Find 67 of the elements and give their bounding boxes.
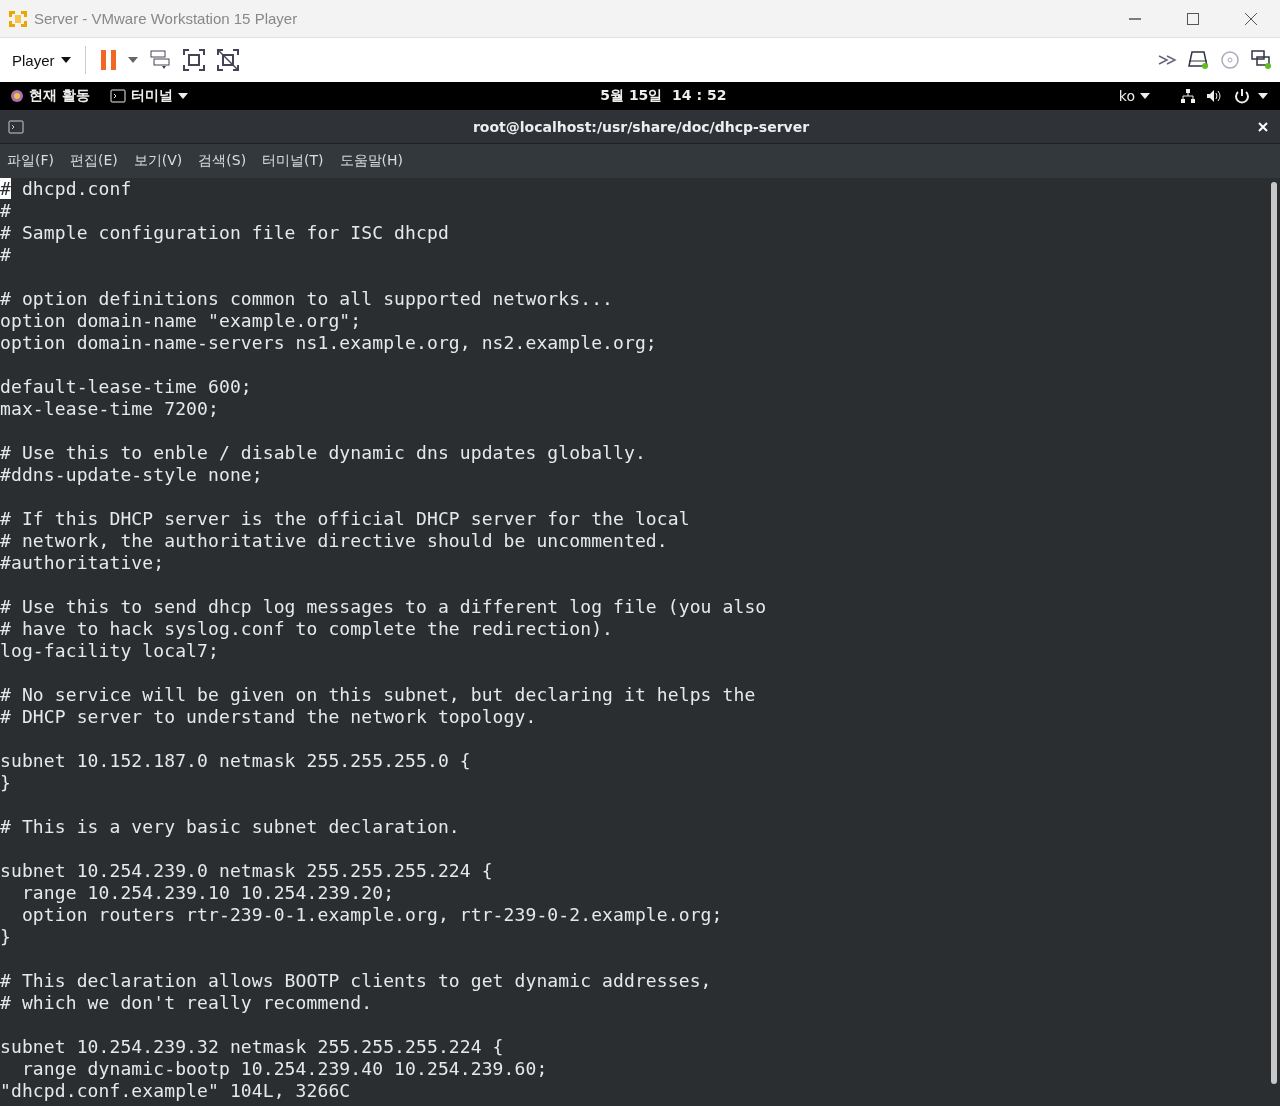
caret-icon xyxy=(1140,93,1150,99)
code-line: subnet 10.254.239.32 netmask 255.255.255.224 { xyxy=(0,1036,505,1058)
terminal-icon xyxy=(109,89,126,103)
double-chevron-icon[interactable] xyxy=(1158,54,1178,66)
code-line: # option definitions common to all supported networks... xyxy=(0,288,615,310)
code-line: } xyxy=(0,772,12,794)
code-line: max-lease-time 7200; xyxy=(0,398,220,420)
app-logo-icon xyxy=(8,8,28,29)
code-line: default-lease-time 600; xyxy=(0,376,253,398)
caret-icon xyxy=(127,57,138,63)
code-line: option routers rtr-239-0-1.example.org, rtr-239-0-2.example.org; xyxy=(20,904,724,926)
fullscreen-icon[interactable] xyxy=(181,48,206,72)
terminal-icon xyxy=(8,119,24,134)
menu-item[interactable]: 검색(S) xyxy=(198,152,247,170)
input-method-menu[interactable]: ko xyxy=(1118,88,1150,104)
code-line: # have to hack syslog.conf to complete the redirection). xyxy=(0,618,615,640)
code-line: # If this DHCP server is the official DHCP server for the local xyxy=(0,508,691,530)
menu-item[interactable]: 보기(V) xyxy=(133,152,183,170)
code-line: subnet 10.152.187.0 netmask 255.255.255.0 { xyxy=(0,750,472,772)
code-line: "dhcpd.conf.example" 104L, 3266C xyxy=(0,1080,352,1102)
maximize-icon xyxy=(1186,11,1200,26)
scrollbar[interactable] xyxy=(1271,182,1277,1084)
terminal-app-menu[interactable]: 터미널 xyxy=(109,87,188,105)
flower-logo-icon xyxy=(10,89,24,103)
window-title: Server - VMware Workstation 15 Player xyxy=(34,10,299,27)
power-icon[interactable] xyxy=(1234,88,1250,104)
code-line: #authoritative; xyxy=(0,552,166,574)
volume-icon[interactable] xyxy=(1206,88,1222,104)
code-line: # xyxy=(0,200,12,222)
activities-button[interactable]: 현재 활동 xyxy=(10,87,90,105)
code-line: # Use this to send dhcp log messages to a different log file (you also xyxy=(0,596,768,618)
code-line: option domain-name "example.org"; xyxy=(0,310,363,332)
code-line: # This declaration allows BOOTP clients to get dynamic addresses, xyxy=(0,970,713,992)
minimize-icon xyxy=(1128,17,1142,20)
player-menu[interactable]: Player xyxy=(12,51,71,69)
caret-icon xyxy=(177,93,188,99)
menu-item[interactable]: 도움말(H) xyxy=(339,152,404,170)
close-icon xyxy=(1244,11,1258,26)
code-line: option domain-name-servers ns1.example.org, ns2.example.org; xyxy=(0,332,658,354)
code-line: # This is a very basic subnet declaration. xyxy=(0,816,461,838)
menu-item[interactable]: 파일(F) xyxy=(7,152,54,170)
code-line: # Sample configuration file for ISC dhcpd xyxy=(0,222,450,244)
caret-icon xyxy=(60,57,71,63)
code-line: # network, the authoritative directive should be uncommented. xyxy=(0,530,669,552)
unity-icon[interactable] xyxy=(215,48,240,72)
menu-item[interactable]: 터미널(T) xyxy=(262,152,324,170)
code-line: # No service will be given on this subnet, but declaring it helps the xyxy=(0,684,757,706)
code-line: range 10.254.239.10 10.254.239.20; xyxy=(20,882,396,904)
caret-icon xyxy=(1258,93,1268,99)
network-icon[interactable] xyxy=(1180,88,1196,104)
pause-button[interactable] xyxy=(99,49,118,71)
code-line: } xyxy=(0,926,12,948)
terminal-title: root@localhost:/usr/share/doc/dhcp-server xyxy=(471,118,811,135)
network-adapter-icon[interactable] xyxy=(1250,49,1272,71)
close-icon[interactable] xyxy=(1258,121,1268,132)
menu-item[interactable]: 편집(E) xyxy=(70,152,118,170)
code-line: # DHCP server to understand the network topology. xyxy=(0,706,538,728)
code-line: range dynamic-bootp 10.254.239.40 10.254.239.60; xyxy=(20,1058,549,1080)
code-line: # xyxy=(0,244,12,266)
code-line: #ddns-update-style none; xyxy=(0,464,264,486)
clock[interactable]: 5월 15일 14 : 52 xyxy=(600,87,727,105)
code-line: # Use this to enble / disable dynamic dns updates globally. xyxy=(0,442,647,464)
code-line: subnet 10.254.239.0 netmask 255.255.255.224 { xyxy=(0,860,494,882)
code-line: # dhcpd.conf xyxy=(0,178,133,200)
code-line: log-facility local7; xyxy=(0,640,220,662)
code-line: # which we don't really recommend. xyxy=(0,992,374,1014)
hard-disk-icon[interactable] xyxy=(1188,50,1210,70)
